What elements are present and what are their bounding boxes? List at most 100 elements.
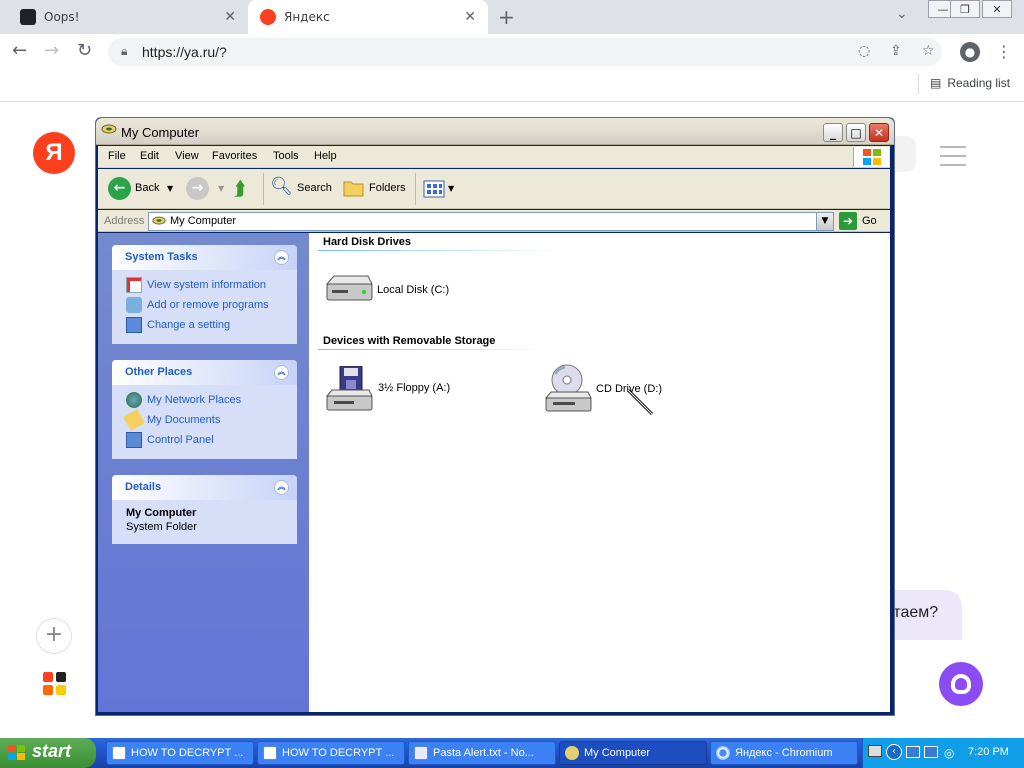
- bookmarks-bar: [0, 70, 1024, 102]
- link-label: Change a setting: [147, 319, 231, 331]
- tab-title: Яндекс: [284, 10, 330, 24]
- chromium-icon: [716, 746, 730, 760]
- other-places-panel: Other Places ︽ My Network Places My Docum…: [112, 360, 297, 459]
- network-globe-icon: [126, 392, 142, 408]
- mouse-pointer-icon: [626, 388, 654, 416]
- control-panel-icon: [126, 432, 142, 448]
- my-network-places-link[interactable]: My Network Places: [126, 392, 241, 408]
- lock-icon[interactable]: 🔒︎: [121, 44, 127, 59]
- eye-off-icon[interactable]: ◌: [858, 43, 870, 59]
- add-remove-programs-link[interactable]: Add or remove programs: [126, 297, 269, 313]
- menu-tools[interactable]: Tools: [273, 150, 299, 162]
- section-divider: [318, 250, 558, 251]
- drive-title-icon: [101, 124, 117, 134]
- menu-edit[interactable]: Edit: [140, 150, 159, 162]
- toolbar-separator: [263, 173, 264, 205]
- alice-assistant-icon[interactable]: [939, 662, 983, 706]
- restore-button[interactable]: ❐: [950, 0, 980, 18]
- window-title-bar[interactable]: [96, 118, 894, 145]
- back-dropdown-icon[interactable]: ▼: [167, 184, 173, 193]
- address-field[interactable]: [148, 212, 834, 231]
- system-info-icon: [126, 277, 142, 293]
- menu-view[interactable]: View: [175, 150, 199, 162]
- close-button[interactable]: ✕: [982, 0, 1012, 18]
- my-computer-address-icon: [152, 216, 166, 225]
- taskbar-item[interactable]: Pasta Alert.txt - No...: [408, 741, 556, 765]
- task-label: My Computer: [584, 747, 651, 759]
- clock[interactable]: 7:20 PM: [968, 746, 1009, 758]
- go-button[interactable]: Go: [862, 215, 877, 227]
- local-disk-c[interactable]: Local Disk (C:): [324, 272, 454, 308]
- views-icon[interactable]: [423, 180, 445, 198]
- add-button[interactable]: +: [36, 618, 72, 654]
- system-tasks-header[interactable]: System Tasks ︽: [112, 245, 297, 270]
- folders-button[interactable]: Folders: [369, 182, 406, 194]
- profile-avatar-icon[interactable]: ●: [960, 42, 980, 62]
- share-icon[interactable]: ⇪: [890, 43, 902, 59]
- reload-icon[interactable]: ↻: [77, 40, 92, 61]
- star-icon[interactable]: ☆: [922, 43, 935, 59]
- back-button[interactable]: Back: [135, 182, 159, 194]
- forward-icon[interactable]: →: [186, 177, 209, 200]
- yandex-logo[interactable]: Я: [33, 132, 75, 174]
- collapse-chevron-icon[interactable]: ︽: [274, 250, 289, 265]
- network-icon[interactable]: [906, 746, 920, 758]
- address-bar[interactable]: [108, 38, 942, 66]
- keyboard-icon[interactable]: [868, 745, 882, 757]
- view-system-information-link[interactable]: View system information: [126, 277, 266, 293]
- reading-list-button[interactable]: ▤ Reading list: [930, 76, 1010, 90]
- address-dropdown-icon[interactable]: ▼: [816, 212, 834, 231]
- taskbar-item-chromium[interactable]: Яндекс - Chromium: [710, 741, 858, 765]
- other-places-header[interactable]: Other Places ︽: [112, 360, 297, 385]
- up-folder-icon[interactable]: ⮭: [234, 176, 246, 200]
- services-icon[interactable]: [42, 671, 68, 697]
- details-panel: Details ︽ My Computer System Folder: [112, 475, 297, 544]
- tray-expand-icon[interactable]: ‹: [886, 744, 902, 760]
- change-setting-link[interactable]: Change a setting: [126, 317, 230, 333]
- back-icon[interactable]: ←: [108, 177, 131, 200]
- search-icon[interactable]: 🔍︎: [270, 176, 293, 197]
- collapse-chevron-icon[interactable]: ︽: [274, 365, 289, 380]
- task-label: Pasta Alert.txt - No...: [433, 747, 534, 759]
- views-dropdown-icon[interactable]: ▼: [448, 184, 454, 193]
- url-text[interactable]: https://ya.ru/?: [142, 44, 227, 60]
- control-panel-link[interactable]: Control Panel: [126, 432, 214, 448]
- kebab-menu-icon[interactable]: ⋮: [996, 42, 1012, 61]
- task-label: HOW TO DECRYPT ...: [131, 747, 244, 759]
- close-tab-icon[interactable]: ✕: [224, 9, 236, 25]
- search-button[interactable]: Search: [297, 182, 332, 194]
- tab-oops[interactable]: Oops! ✕: [8, 0, 248, 34]
- system-tasks-panel: System Tasks ︽ View system information Ad…: [112, 245, 297, 344]
- menu-favorites[interactable]: Favorites: [212, 150, 257, 162]
- folders-icon[interactable]: [343, 178, 365, 198]
- window-close-button[interactable]: ✕: [869, 123, 889, 142]
- menu-file[interactable]: File: [108, 150, 126, 162]
- address-value[interactable]: My Computer: [170, 215, 236, 227]
- network-icon[interactable]: [924, 746, 938, 758]
- go-arrow-icon[interactable]: ➔: [839, 212, 857, 230]
- volume-icon[interactable]: ◎: [944, 746, 954, 760]
- window-maximize-button[interactable]: □: [846, 123, 866, 142]
- my-computer-icon: [565, 746, 579, 760]
- cd-drive-d[interactable]: CD Drive (D:): [543, 364, 683, 414]
- notepad-icon: [414, 746, 428, 760]
- forward-dropdown-icon[interactable]: ▼: [218, 184, 224, 193]
- window-minimize-button[interactable]: _: [823, 123, 843, 142]
- document-icon: [112, 746, 126, 760]
- back-arrow-icon[interactable]: ←: [12, 40, 27, 61]
- link-label: Add or remove programs: [147, 299, 269, 311]
- forward-arrow-icon[interactable]: →: [44, 40, 59, 61]
- taskbar-item[interactable]: HOW TO DECRYPT ...: [257, 741, 405, 765]
- details-header[interactable]: Details ︽: [112, 475, 297, 500]
- close-tab-icon[interactable]: ✕: [464, 9, 476, 25]
- hamburger-menu-icon[interactable]: [940, 146, 966, 173]
- tab-search-chevron-icon[interactable]: ⌄: [896, 6, 908, 22]
- taskbar-item-my-computer[interactable]: My Computer: [559, 741, 707, 765]
- my-documents-link[interactable]: My Documents: [123, 409, 220, 431]
- menu-help[interactable]: Help: [314, 150, 337, 162]
- floppy-drive-a[interactable]: 3½ Floppy (A:): [324, 365, 464, 414]
- taskbar-item[interactable]: HOW TO DECRYPT ...: [106, 741, 254, 765]
- collapse-chevron-icon[interactable]: ︽: [274, 480, 289, 495]
- new-tab-icon[interactable]: +: [498, 5, 515, 29]
- tab-yandex[interactable]: Яндекс ✕: [248, 0, 488, 34]
